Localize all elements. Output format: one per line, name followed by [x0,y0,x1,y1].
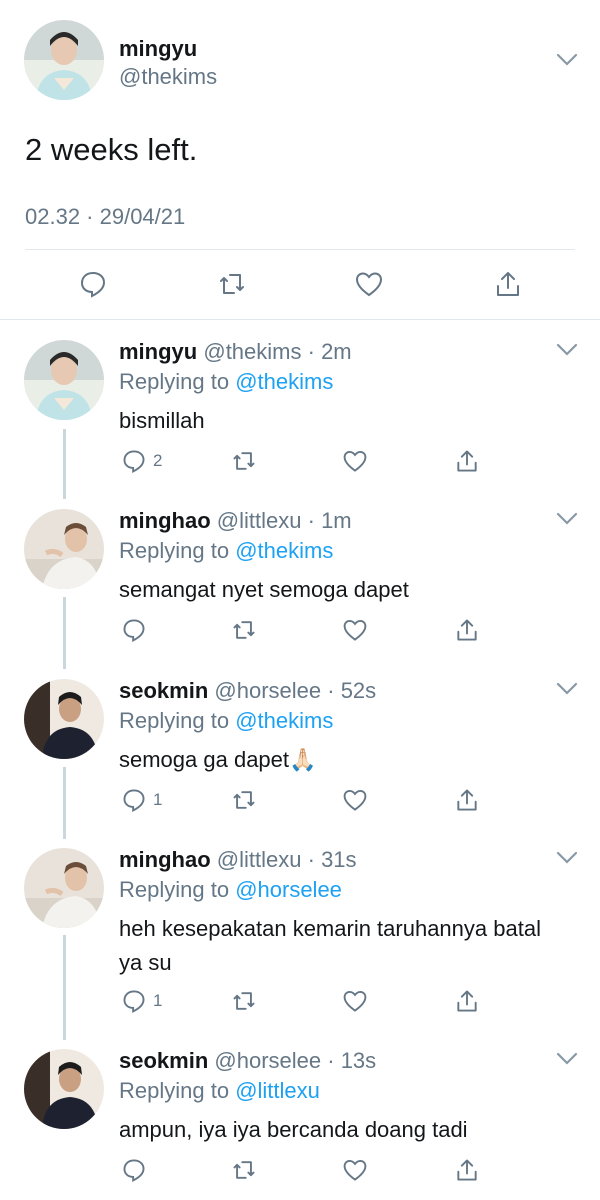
author-handle[interactable]: @thekims [119,64,217,90]
share-icon[interactable] [454,988,480,1014]
reply-header: minghao @littlexu · 31s [119,847,357,873]
share-icon[interactable] [491,267,525,301]
reply-icon[interactable] [76,267,110,301]
avatar[interactable] [24,679,104,759]
mention-link[interactable]: @thekims [235,369,333,394]
reply-text: heh kesepakatan kemarin taruhannya batal… [119,916,541,975]
tweet-text: 2 weeks left. [25,132,198,167]
like-icon[interactable] [342,448,368,474]
replying-to: Replying to @thekims [119,369,333,395]
like-icon[interactable] [342,1157,368,1183]
reply-count: 1 [153,790,163,809]
replying-to: Replying to @thekims [119,538,333,564]
reply-button[interactable] [121,1157,153,1183]
avatar[interactable] [24,1049,104,1129]
chevron-down-icon[interactable] [556,512,578,526]
reply-count: 1 [153,991,163,1010]
reply-time: · 2m [307,339,352,364]
divider [0,319,600,320]
reply-text: semangat nyet semoga dapet [119,577,409,602]
replying-label: Replying to [119,369,236,394]
retweet-icon[interactable] [215,267,249,301]
replying-to: Replying to @thekims [119,708,333,734]
author-name[interactable]: seokmin [119,678,208,703]
reply-button[interactable]: 1 [121,787,162,813]
reply-text: ampun, iya iya bercanda doang tadi [119,1117,468,1142]
thread-line [63,935,66,1040]
reply-button[interactable]: 1 [121,988,162,1014]
reply-time: · 1m [307,508,352,533]
reply-icon [123,1159,145,1182]
reply-text: semoga ga dapet🙏🏻 [119,747,317,772]
avatar-image [24,20,104,100]
mention-link[interactable]: @thekims [235,538,333,563]
reply-text: bismillah [119,408,205,433]
avatar[interactable] [24,848,104,928]
avatar[interactable] [24,340,104,420]
tweet-timestamp: 02.32 · 29/04/21 [25,204,186,229]
reply-header: seokmin @horselee · 13s [119,1048,376,1074]
author-name[interactable]: mingyu [119,339,197,364]
replying-label: Replying to [119,877,236,902]
author-name[interactable]: minghao [119,508,211,533]
replying-label: Replying to [119,1078,236,1103]
author-handle[interactable]: @horselee [214,678,321,703]
reply-button[interactable]: 2 [121,448,162,474]
reply-header: seokmin @horselee · 52s [119,678,376,704]
mention-link[interactable]: @horselee [235,877,342,902]
chevron-down-icon[interactable] [556,682,578,696]
share-icon[interactable] [454,1157,480,1183]
thread-line [63,767,66,839]
share-icon[interactable] [454,448,480,474]
reply-header: minghao @littlexu · 1m [119,508,352,534]
avatar[interactable] [24,20,104,100]
author-name[interactable]: seokmin [119,1048,208,1073]
mention-link[interactable]: @littlexu [235,1078,320,1103]
chevron-down-icon[interactable] [556,1052,578,1066]
author-handle[interactable]: @horselee [214,1048,321,1073]
share-icon[interactable] [454,617,480,643]
retweet-icon[interactable] [231,448,257,474]
like-icon[interactable] [342,787,368,813]
reply-count: 2 [153,451,163,470]
thread-line [63,429,66,499]
reply-icon [123,450,145,473]
replying-label: Replying to [119,538,236,563]
chevron-down-icon[interactable] [556,343,578,357]
reply-icon [123,990,145,1013]
reply-time: · 52s [327,678,377,703]
reply-icon [123,789,145,812]
chevron-down-icon[interactable] [556,53,578,67]
retweet-icon[interactable] [231,1157,257,1183]
reply-time: · 13s [327,1048,377,1073]
replying-to: Replying to @littlexu [119,1078,320,1104]
avatar[interactable] [24,509,104,589]
share-icon[interactable] [454,787,480,813]
author-handle[interactable]: @thekims [203,339,301,364]
reply-header: mingyu @thekims · 2m [119,339,352,365]
chevron-down-icon[interactable] [556,851,578,865]
thread-line [63,597,66,669]
author-handle[interactable]: @littlexu [217,508,302,533]
like-icon[interactable] [342,988,368,1014]
author-name[interactable]: mingyu [119,36,197,62]
author-handle[interactable]: @littlexu [217,847,302,872]
like-icon[interactable] [342,617,368,643]
reply-button[interactable] [121,617,153,643]
replying-label: Replying to [119,708,236,733]
retweet-icon[interactable] [231,787,257,813]
like-icon[interactable] [352,267,386,301]
reply-time: · 31s [307,847,357,872]
mention-link[interactable]: @thekims [235,708,333,733]
retweet-icon[interactable] [231,988,257,1014]
author-name[interactable]: minghao [119,847,211,872]
divider [25,249,575,250]
retweet-icon[interactable] [231,617,257,643]
replying-to: Replying to @horselee [119,877,342,903]
reply-icon [123,619,145,642]
